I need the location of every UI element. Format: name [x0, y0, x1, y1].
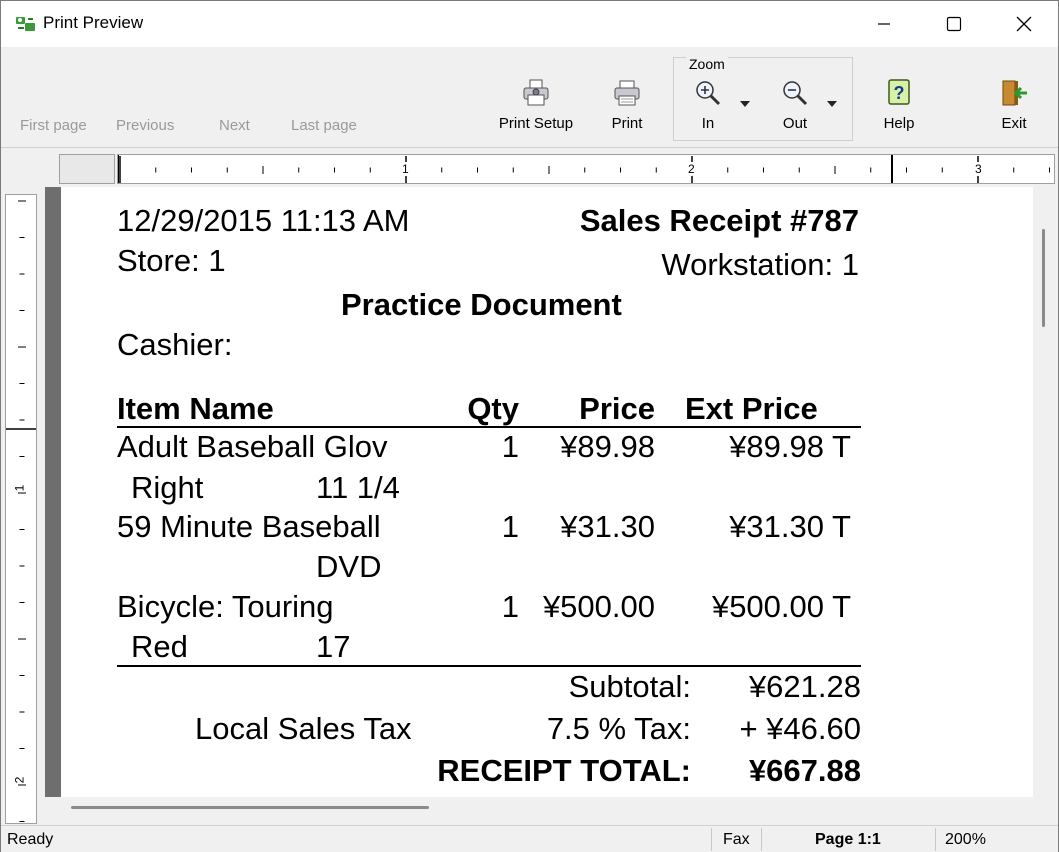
receipt-datetime: 12/29/2015 11:13 AM [117, 203, 410, 238]
vruler-mark-1: 1 [12, 484, 27, 492]
zoom-out-dropdown-icon[interactable] [827, 101, 837, 107]
status-separator [761, 828, 762, 851]
horizontal-ruler: 1 2 3 [117, 154, 1055, 184]
title-bar: Print Preview [1, 1, 1058, 47]
items-divider [117, 665, 861, 667]
tax-value: + ¥46.60 [739, 711, 861, 746]
zoom-in-label: In [701, 115, 715, 132]
header-divider [117, 426, 861, 428]
column-qty: Qty [467, 391, 519, 426]
item-2-name: 59 Minute Baseball [117, 509, 381, 544]
vertical-scroll-thumb[interactable] [1042, 229, 1045, 327]
previous-button[interactable]: Previous [116, 117, 174, 134]
receipt-title: Sales Receipt #787 [579, 203, 859, 238]
exit-button[interactable]: Exit [995, 47, 1033, 147]
item-3-ext: ¥500.00 T [711, 589, 851, 624]
item-3-attr1: Red [131, 629, 188, 664]
tax-label: 7.5 % Tax: [546, 711, 691, 746]
zoom-in-dropdown-icon[interactable] [740, 101, 750, 107]
item-1-qty: 1 [501, 429, 519, 464]
zoom-in-icon [692, 77, 724, 109]
maximize-button[interactable] [919, 1, 989, 47]
status-ready: Ready [7, 831, 54, 848]
zoom-out-icon [779, 77, 811, 109]
total-label: RECEIPT TOTAL: [437, 753, 691, 788]
receipt-store: Store: 1 [117, 243, 226, 278]
toolbar: First page Previous Next Last page Print… [1, 47, 1058, 147]
column-price: Price [579, 391, 655, 426]
vertical-ruler: 1 2 [5, 194, 37, 824]
print-button[interactable]: Print [601, 47, 653, 147]
print-setup-button[interactable]: Print Setup [495, 47, 577, 147]
subtotal-label: Subtotal: [568, 669, 691, 704]
status-page: Page 1:1 [815, 831, 881, 848]
first-page-button[interactable]: First page [20, 117, 87, 134]
item-3-attr2: 17 [316, 629, 351, 664]
item-2-attr2: DVD [316, 549, 382, 584]
subtotal-value: ¥621.28 [748, 669, 861, 704]
tax-name: Local Sales Tax [195, 711, 412, 746]
item-1-name: Adult Baseball Glov [117, 429, 388, 464]
receipt-workstation: Workstation: 1 [661, 247, 859, 282]
item-3-price: ¥500.00 [542, 589, 655, 624]
print-setup-label: Print Setup [498, 115, 574, 132]
status-zoom: 200% [945, 831, 986, 848]
ruler-corner [59, 154, 115, 184]
minimize-button[interactable] [849, 1, 919, 47]
zoom-in-button[interactable]: In [691, 47, 725, 147]
help-label: Help [883, 115, 915, 132]
total-value: ¥667.88 [748, 753, 861, 788]
print-setup-icon [520, 77, 552, 109]
column-item-name: Item Name [117, 391, 274, 426]
ruler-mark-2: 2 [688, 162, 695, 176]
next-button[interactable]: Next [219, 117, 250, 134]
horizontal-scrollbar[interactable] [61, 797, 1039, 821]
ruler-mark-3: 3 [975, 162, 982, 176]
item-2-qty: 1 [501, 509, 519, 544]
page-margin-shadow [45, 187, 61, 797]
help-icon: ? [883, 77, 915, 109]
last-page-button[interactable]: Last page [291, 117, 357, 134]
print-preview-window: Print Preview First page Previous Next L… [0, 0, 1059, 852]
item-1-attr2: 11 1/4 [316, 470, 400, 505]
exit-label: Exit [1001, 115, 1027, 132]
exit-door-icon [998, 77, 1030, 109]
preview-page: 12/29/2015 11:13 AM Sales Receipt #787 S… [61, 187, 1033, 797]
status-separator [935, 828, 936, 851]
item-1-price: ¥89.98 [560, 429, 655, 464]
item-1-attr1: Right [131, 470, 204, 505]
vruler-mark-2: 2 [12, 776, 27, 784]
ruler-bar: 1 2 3 [1, 147, 1058, 187]
item-3-qty: 1 [501, 589, 519, 624]
app-icon [15, 14, 37, 34]
print-label: Print [611, 115, 643, 132]
status-fax: Fax [723, 831, 750, 848]
horizontal-scroll-thumb[interactable] [71, 806, 429, 809]
status-separator [711, 828, 712, 851]
item-3-name: Bicycle: Touring [117, 589, 334, 624]
item-2-ext: ¥31.30 T [729, 509, 851, 544]
zoom-out-button[interactable]: Out [775, 47, 815, 147]
ruler-mark-1: 1 [402, 162, 409, 176]
zoom-out-label: Out [782, 115, 808, 132]
help-button[interactable]: ? Help [879, 47, 919, 147]
receipt-doc-type: Practice Document [341, 287, 622, 322]
status-bar: Ready Fax Page 1:1 200% [1, 825, 1058, 852]
window-title: Print Preview [43, 13, 144, 32]
printer-icon [611, 77, 643, 109]
column-ext-price: Ext Price [685, 391, 818, 426]
svg-text:?: ? [894, 83, 905, 103]
receipt-cashier: Cashier: [117, 327, 233, 362]
item-1-ext: ¥89.98 T [729, 429, 851, 464]
item-2-price: ¥31.30 [560, 509, 655, 544]
close-button[interactable] [989, 1, 1059, 47]
